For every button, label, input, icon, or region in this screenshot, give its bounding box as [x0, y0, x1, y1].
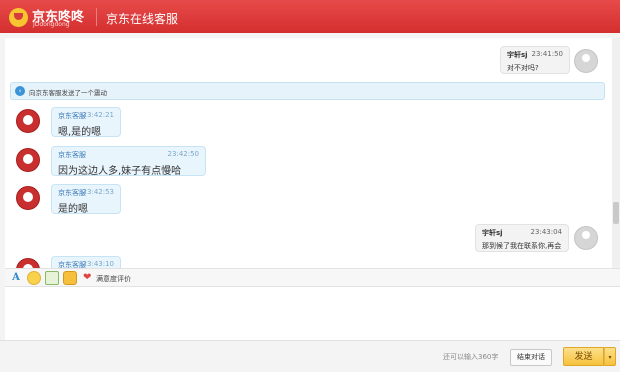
message-time: 23:42:53 — [82, 188, 114, 196]
image-icon[interactable] — [45, 271, 59, 285]
message-time: 23:43:10 — [82, 260, 114, 268]
emoji-icon[interactable] — [27, 271, 41, 285]
input-toolbar: A ❤ 满意度评价 — [5, 268, 620, 287]
send-button[interactable]: 发送 — [563, 347, 604, 366]
arrow-left-icon: ‹ — [15, 86, 25, 96]
message-text: 是的嗯 — [58, 204, 88, 215]
agent-avatar[interactable] — [16, 109, 40, 133]
notice-text: 向京东客服发送了一个震动 — [29, 89, 107, 97]
header-divider — [96, 8, 97, 26]
message-bubble-user: 宇轩sj 23:43:04 那到候了我在联系你,再会 — [475, 224, 569, 252]
window-title: 京东在线客服 — [106, 12, 179, 26]
jd-logo-icon — [9, 8, 28, 27]
message-input[interactable] — [5, 287, 620, 340]
agent-avatar[interactable] — [16, 186, 40, 210]
remaining-chars: 还可以输入360字 — [443, 353, 499, 361]
message-text: 对不对吗? — [507, 64, 539, 72]
shake-icon[interactable] — [63, 271, 77, 285]
message-text: 嗯,是的嗯 — [58, 127, 102, 138]
agent-avatar[interactable] — [16, 258, 40, 268]
heart-icon[interactable]: ❤ — [83, 272, 91, 284]
message-text: 因为这边人多,妹子有点慢哈 — [58, 166, 182, 177]
shake-notice: ‹ 向京东客服发送了一个震动 — [10, 82, 605, 100]
send-options-dropdown[interactable]: ▾ — [604, 347, 616, 366]
bottom-bar: 还可以输入360字 结束对话 发送 ▾ — [0, 340, 620, 372]
satisfaction-rating-link[interactable]: 满意度评价 — [96, 274, 131, 284]
message-time: 23:42:50 — [167, 150, 199, 158]
app-subname: JDdongdong — [33, 21, 70, 28]
message-bubble-user: 宇轩sj 23:41:50 对不对吗? — [500, 46, 570, 74]
message-bubble-agent: 京东客服 23:42:21 嗯,是的嗯 — [51, 107, 121, 138]
message-time: 23:42:21 — [82, 111, 114, 119]
chat-scrollbar[interactable] — [612, 38, 620, 268]
message-time: 23:43:04 — [530, 228, 562, 236]
chat-history[interactable]: 宇轩sj 23:41:50 对不对吗? ‹ 向京东客服发送了一个震动 京东客服 … — [5, 38, 612, 268]
agent-avatar[interactable] — [16, 148, 40, 172]
title-bar: 京东咚咚 JDdongdong 京东在线客服 — [0, 0, 620, 33]
message-bubble-agent: 京东客服 23:42:53 是的嗯 — [51, 184, 121, 215]
message-bubble-agent: 京东客服 23:42:50 因为这边人多,妹子有点慢哈 — [51, 146, 206, 177]
user-avatar[interactable] — [574, 49, 598, 73]
user-avatar[interactable] — [574, 226, 598, 250]
end-chat-button[interactable]: 结束对话 — [510, 349, 552, 366]
font-icon[interactable]: A — [9, 271, 23, 285]
message-text: 那到候了我在联系你,再会 — [482, 242, 562, 250]
message-bubble-agent: 京东客服 23:43:10 — [51, 256, 121, 268]
message-time: 23:41:50 — [531, 50, 563, 58]
scrollbar-thumb[interactable] — [613, 202, 619, 224]
